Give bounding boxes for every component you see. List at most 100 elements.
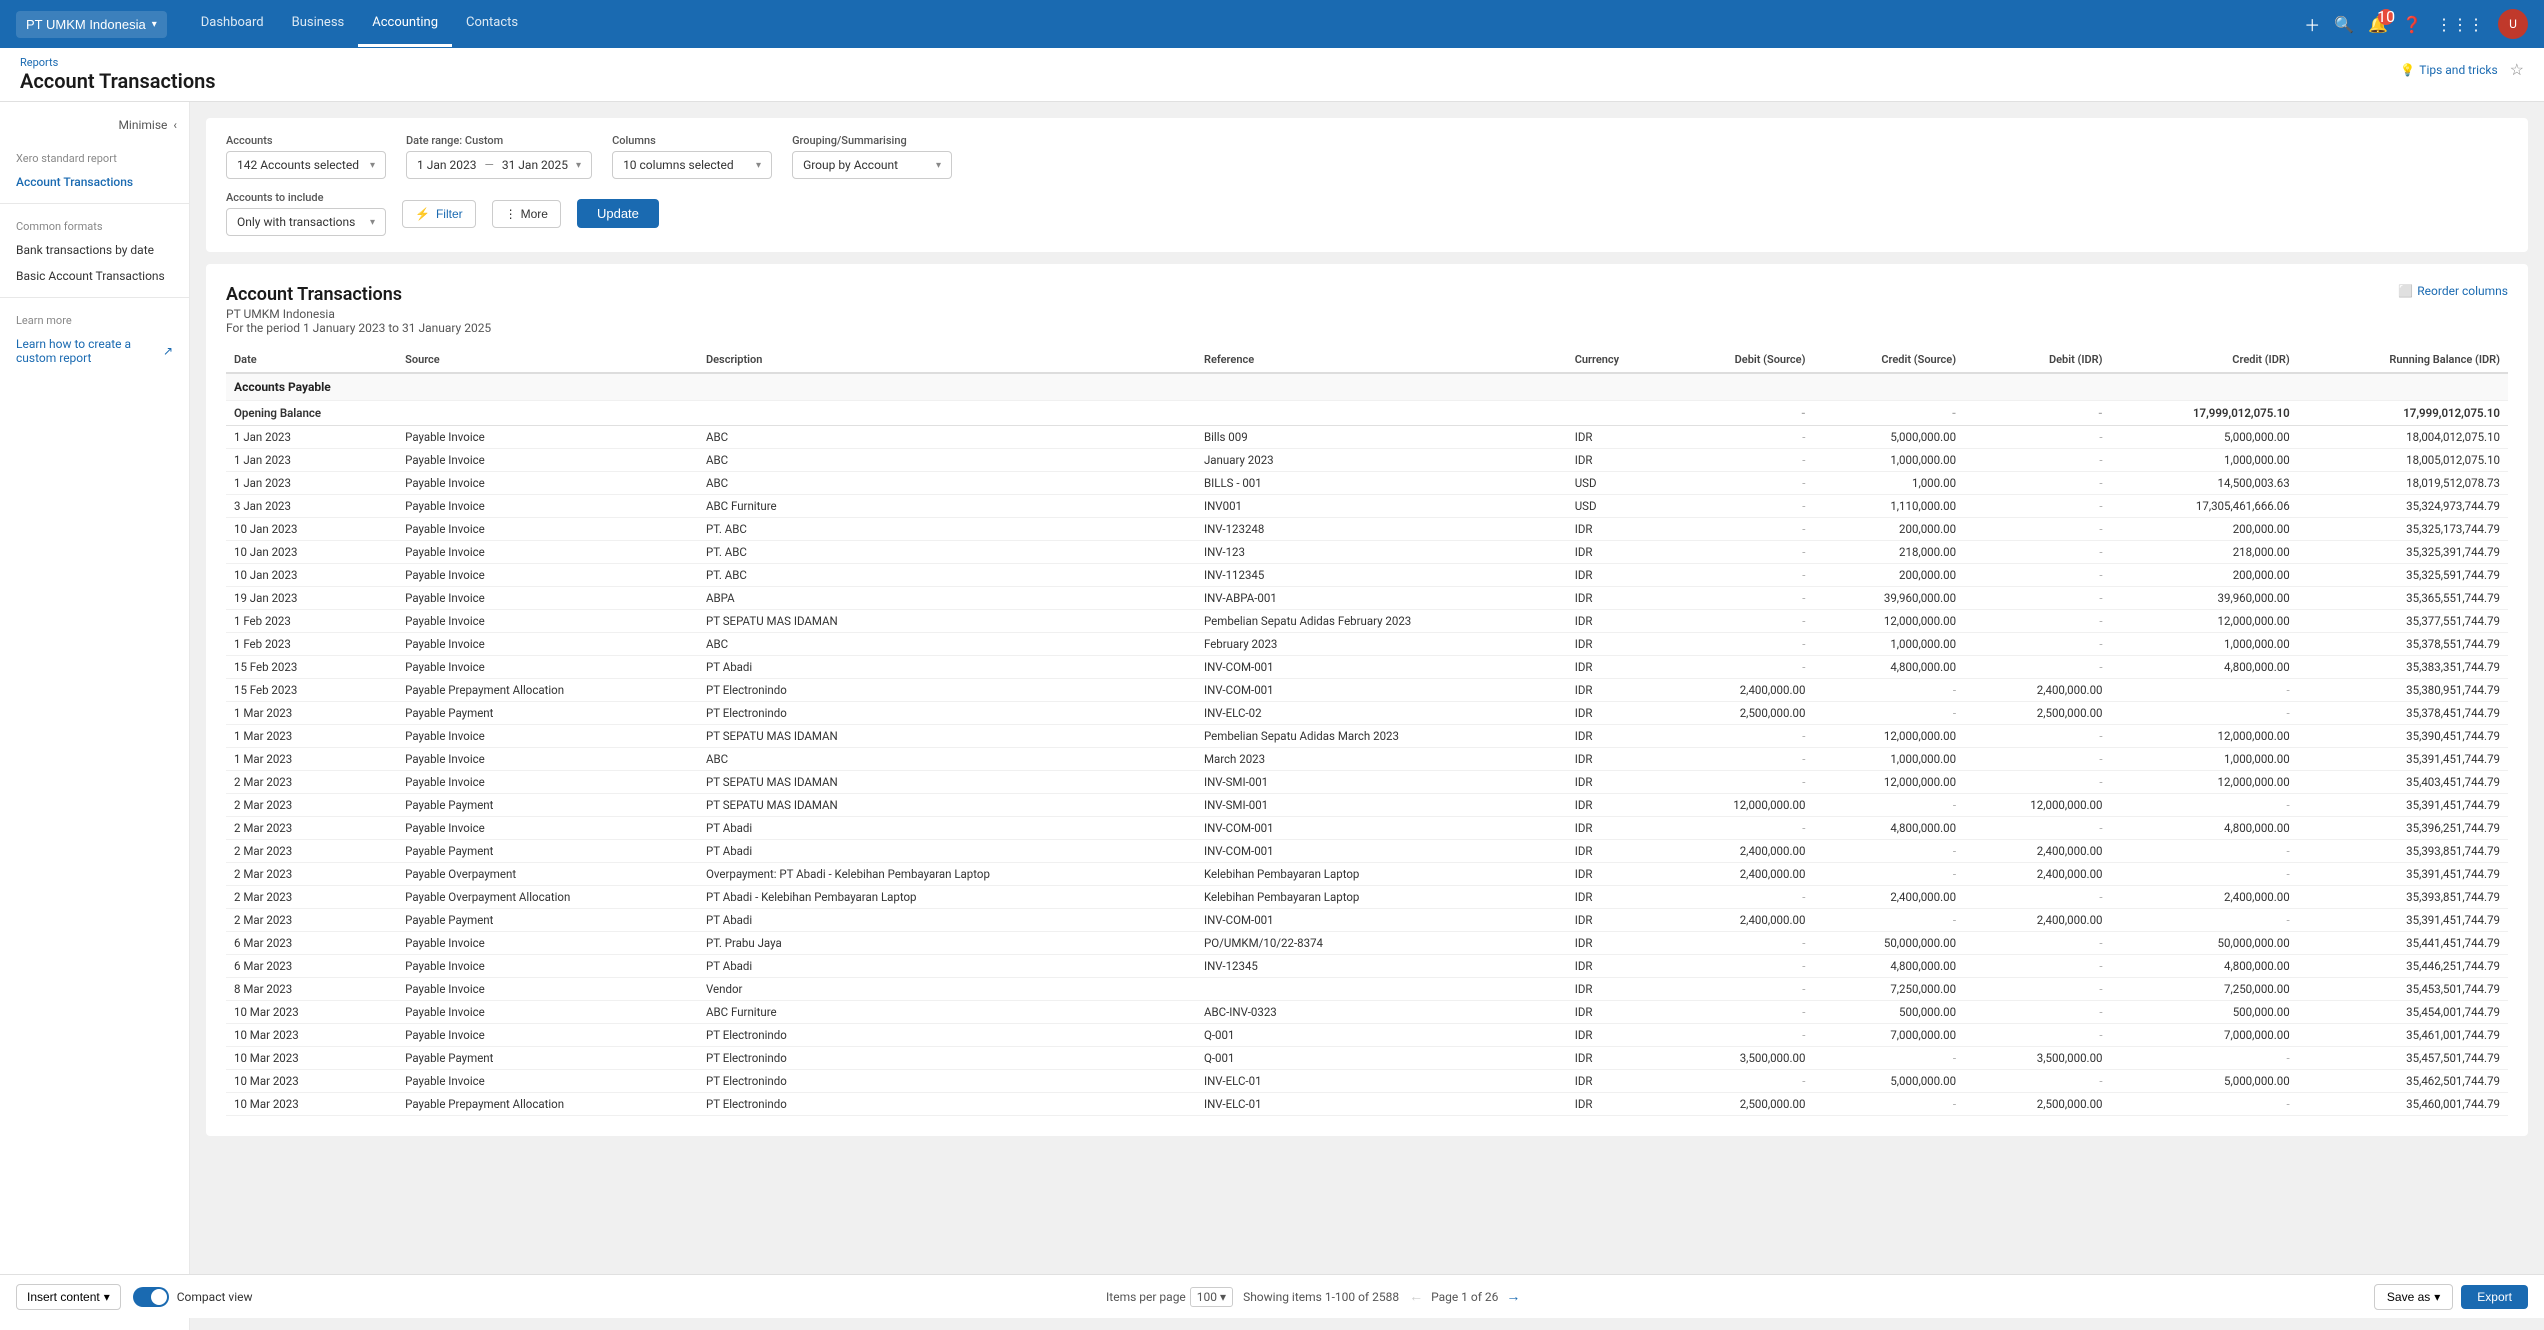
page-label: Page 1 of 26 [1431,1290,1498,1304]
update-button[interactable]: Update [577,199,659,228]
table-row: 1 Mar 2023Payable InvoiceABCMarch 2023ID… [226,748,2508,771]
table-row: 2 Mar 2023Payable PaymentPT AbadiINV-COM… [226,909,2508,932]
table-row: 8 Mar 2023Payable InvoiceVendorIDR-7,250… [226,978,2508,1001]
table-row: 15 Feb 2023Payable Prepayment Allocation… [226,679,2508,702]
date-range-label: Date range: Custom [406,134,592,147]
table-row: 15 Feb 2023Payable InvoicePT AbadiINV-CO… [226,656,2508,679]
nav-accounting[interactable]: Accounting [358,1,452,47]
org-selector[interactable]: PT UMKM Indonesia ▾ [16,11,167,38]
sidebar-minimize-btn[interactable]: Minimise ‹ [0,114,189,140]
nav-links: Dashboard Business Accounting Contacts [187,1,532,47]
table-row: 1 Mar 2023Payable PaymentPT Electronindo… [226,702,2508,725]
col-debit-source: Debit (Source) [1667,347,1813,373]
insert-content-button[interactable]: Insert content ▾ [16,1284,121,1310]
columns-select[interactable]: 10 columns selected ▾ [612,151,772,179]
table-row: 10 Jan 2023Payable InvoicePT. ABCINV-112… [226,564,2508,587]
accounts-select[interactable]: 142 Accounts selected ▾ [226,151,386,179]
breadcrumb[interactable]: Reports [20,56,216,69]
report-area: Account Transactions PT UMKM Indonesia F… [206,264,2528,1136]
filter-icon: ⚡ [415,207,430,221]
notification-icon[interactable]: 🔔 10 [2368,15,2388,34]
page-header: Reports Account Transactions 💡 Tips and … [0,48,2544,102]
columns-caret-icon: ▾ [756,160,761,171]
table-row: 10 Mar 2023Payable InvoiceABC FurnitureA… [226,1001,2508,1024]
table-row: 10 Jan 2023Payable InvoicePT. ABCINV-123… [226,518,2508,541]
layout: Minimise ‹ Xero standard report Account … [0,102,2544,1330]
notification-badge: 10 [2378,9,2394,25]
per-page-select[interactable]: 100 ▾ [1190,1287,1233,1307]
items-per-page-group: Items per page 100 ▾ [1106,1287,1233,1307]
reorder-icon: ⬜ [2398,284,2413,298]
table-row: 1 Jan 2023Payable InvoiceABCBills 009IDR… [226,426,2508,449]
prev-page-arrow[interactable]: ← [1409,1288,1423,1305]
col-debit-idr: Debit (IDR) [1964,347,2110,373]
reorder-columns-link[interactable]: ⬜ Reorder columns [2398,284,2508,298]
per-page-caret-icon: ▾ [1220,1290,1226,1304]
accounts-caret-icon: ▾ [370,160,375,171]
report-period: For the period 1 January 2023 to 31 Janu… [226,321,491,335]
external-link-icon: ↗ [163,344,173,358]
col-date: Date [226,347,397,373]
table-row: 2 Mar 2023Payable PaymentPT SEPATU MAS I… [226,794,2508,817]
table-row: 2 Mar 2023Payable InvoicePT SEPATU MAS I… [226,771,2508,794]
sidebar-item-bank-transactions[interactable]: Bank transactions by date [0,237,189,263]
section-accounts-payable: Accounts Payable [226,373,2508,401]
table-row: 1 Feb 2023Payable InvoiceABCFebruary 202… [226,633,2508,656]
grouping-filter-group: Grouping/Summarising Group by Account ▾ [792,134,952,179]
next-page-arrow[interactable]: → [1506,1288,1520,1305]
filter-button[interactable]: ⚡ Filter [402,200,476,228]
save-as-button[interactable]: Save as ▾ [2374,1284,2453,1310]
col-currency: Currency [1567,347,1667,373]
user-avatar[interactable]: U [2498,9,2528,39]
pagination: ← Page 1 of 26 → [1409,1288,1520,1305]
table-row: 1 Jan 2023Payable InvoiceABCBILLS - 001U… [226,472,2508,495]
search-icon[interactable]: 🔍 [2334,15,2354,34]
report-company: PT UMKM Indonesia [226,307,491,321]
accounts-filter-group: Accounts 142 Accounts selected ▾ [226,134,386,179]
table-row: 10 Jan 2023Payable InvoicePT. ABCINV-123… [226,541,2508,564]
grouping-select[interactable]: Group by Account ▾ [792,151,952,179]
more-button[interactable]: ⋮ More [492,200,561,228]
grouping-label: Grouping/Summarising [792,134,952,147]
main-content: Accounts 142 Accounts selected ▾ Date ra… [190,102,2544,1330]
report-top: Account Transactions PT UMKM Indonesia F… [226,284,2508,335]
report-table: Date Source Description Reference Curren… [226,347,2508,1116]
table-row: 6 Mar 2023Payable InvoicePT AbadiINV-123… [226,955,2508,978]
right-icons: ＋ 🔍 🔔 10 ❓ ⋮⋮⋮ U [2304,9,2528,39]
table-row: 10 Mar 2023Payable Prepayment Allocation… [226,1093,2508,1116]
include-caret-icon: ▾ [370,217,375,228]
learn-custom-report-link[interactable]: Learn how to create a custom report ↗ [0,331,189,371]
table-row: 2 Mar 2023Payable OverpaymentOverpayment… [226,863,2508,886]
table-row: 19 Jan 2023Payable InvoiceABPAINV-ABPA-0… [226,587,2508,610]
nav-dashboard[interactable]: Dashboard [187,1,278,47]
apps-icon[interactable]: ⋮⋮⋮ [2436,15,2484,34]
favorite-icon[interactable]: ☆ [2510,60,2524,79]
opening-balance-row: Opening Balance---17,999,012,075.1017,99… [226,401,2508,426]
learn-more-label: Learn more [0,306,189,331]
columns-filter-group: Columns 10 columns selected ▾ [612,134,772,179]
nav-business[interactable]: Business [278,1,359,47]
tips-icon: 💡 [2400,63,2415,77]
table-row: 10 Mar 2023Payable PaymentPT Electronind… [226,1047,2508,1070]
tips-link[interactable]: 💡 Tips and tricks [2400,63,2497,77]
nav-contacts[interactable]: Contacts [452,1,532,47]
compact-toggle-switch[interactable] [133,1287,169,1307]
compact-view-toggle[interactable]: Compact view [133,1287,253,1307]
include-select[interactable]: Only with transactions ▾ [226,208,386,236]
export-button[interactable]: Export [2461,1285,2528,1309]
table-row: 10 Mar 2023Payable InvoicePT Electronind… [226,1070,2508,1093]
columns-label: Columns [612,134,772,147]
sidebar: Minimise ‹ Xero standard report Account … [0,102,190,1330]
plus-icon[interactable]: ＋ [2304,12,2320,36]
table-row: 2 Mar 2023Payable PaymentPT AbadiINV-COM… [226,840,2508,863]
table-row: 10 Mar 2023Payable InvoicePT Electronind… [226,1024,2508,1047]
sidebar-item-account-transactions[interactable]: Account Transactions [0,169,189,195]
insert-caret-icon: ▾ [104,1290,110,1304]
date-range-select[interactable]: 1 Jan 2023 — 31 Jan 2025 ▾ [406,151,592,179]
table-row: 2 Mar 2023Payable Overpayment Allocation… [226,886,2508,909]
help-icon[interactable]: ❓ [2402,15,2422,34]
accounts-label: Accounts [226,134,386,147]
col-credit-idr: Credit (IDR) [2111,347,2298,373]
table-row: 1 Jan 2023Payable InvoiceABCJanuary 2023… [226,449,2508,472]
sidebar-item-basic-transactions[interactable]: Basic Account Transactions [0,263,189,289]
